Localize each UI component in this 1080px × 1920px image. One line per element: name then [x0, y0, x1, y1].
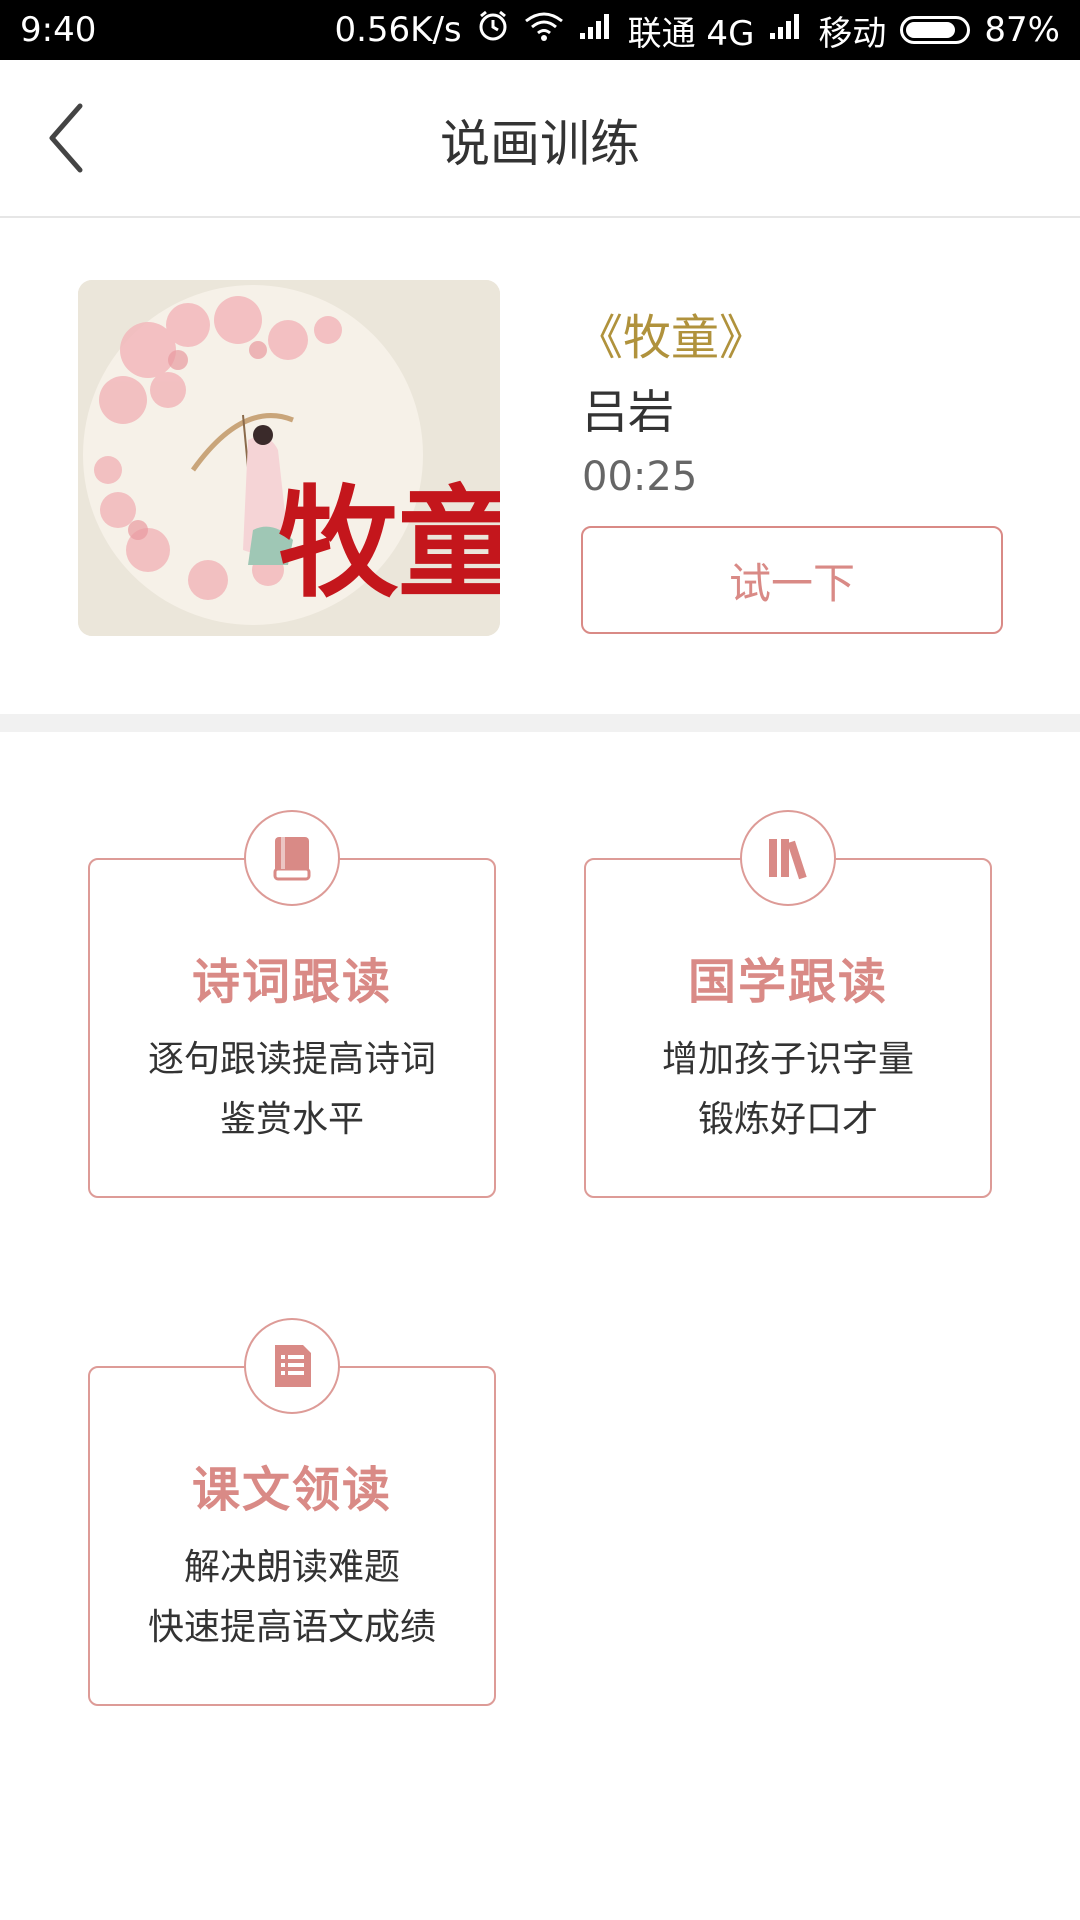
signal-icon: [578, 10, 614, 50]
card-title: 课文领读: [191, 1462, 392, 1518]
poem-duration: 00:25: [582, 454, 698, 500]
status-time: 9:40: [20, 10, 97, 50]
page-title: 说画训练: [440, 115, 640, 173]
status-bar: 9:40 0.56K/s 联通 4G 移动 87%: [0, 0, 1080, 60]
card-desc-line: 增加孩子识字量: [661, 1039, 914, 1080]
card-desc-line: 鉴赏水平: [219, 1099, 364, 1140]
featured-poem: 牧童 《牧童》 吕岩 00:25 试一下: [0, 218, 1080, 714]
card-desc-line: 锻炼好口才: [697, 1099, 878, 1140]
app-header: 说画训练: [0, 60, 1080, 218]
carrier-1: 联通 4G: [627, 13, 755, 54]
poem-cover-image[interactable]: 牧童: [78, 280, 500, 636]
card-description: 增加孩子识字量 锻炼好口才: [586, 1030, 990, 1150]
card-poetry-reading[interactable]: 诗词跟读 逐句跟读提高诗词 鉴赏水平: [88, 810, 496, 1198]
cover-calligraphy: 牧童: [278, 478, 500, 611]
carrier-2: 移动: [818, 13, 887, 54]
network-speed: 0.56K/s: [334, 10, 462, 50]
poem-title: 《牧童》: [575, 310, 768, 366]
card-description: 解决朗读难题 快速提高语文成绩: [90, 1538, 494, 1658]
signal-icon: [768, 10, 804, 50]
card-desc-line: 逐句跟读提高诗词: [147, 1039, 436, 1080]
section-divider: [0, 714, 1080, 732]
books-icon: [740, 810, 836, 906]
card-text-reading[interactable]: 课文领读 解决朗读难题 快速提高语文成绩: [88, 1318, 496, 1706]
card-title: 诗词跟读: [191, 954, 392, 1010]
book-icon: [244, 810, 340, 906]
status-right: 0.56K/s 联通 4G 移动 87%: [334, 6, 1060, 55]
wifi-icon: [524, 10, 564, 50]
card-description: 逐句跟读提高诗词 鉴赏水平: [90, 1030, 494, 1150]
card-title: 国学跟读: [687, 954, 888, 1010]
card-desc-line: 快速提高语文成绩: [147, 1607, 436, 1648]
alarm-icon: [476, 9, 510, 52]
poem-author: 吕岩: [582, 385, 674, 439]
battery-percent: 87%: [984, 10, 1060, 50]
card-desc-line: 解决朗读难题: [183, 1547, 400, 1588]
battery-icon: [900, 16, 971, 44]
document-icon: [244, 1318, 340, 1414]
card-classics-reading[interactable]: 国学跟读 增加孩子识字量 锻炼好口才: [584, 810, 992, 1198]
try-button[interactable]: 试一下: [581, 526, 1003, 634]
